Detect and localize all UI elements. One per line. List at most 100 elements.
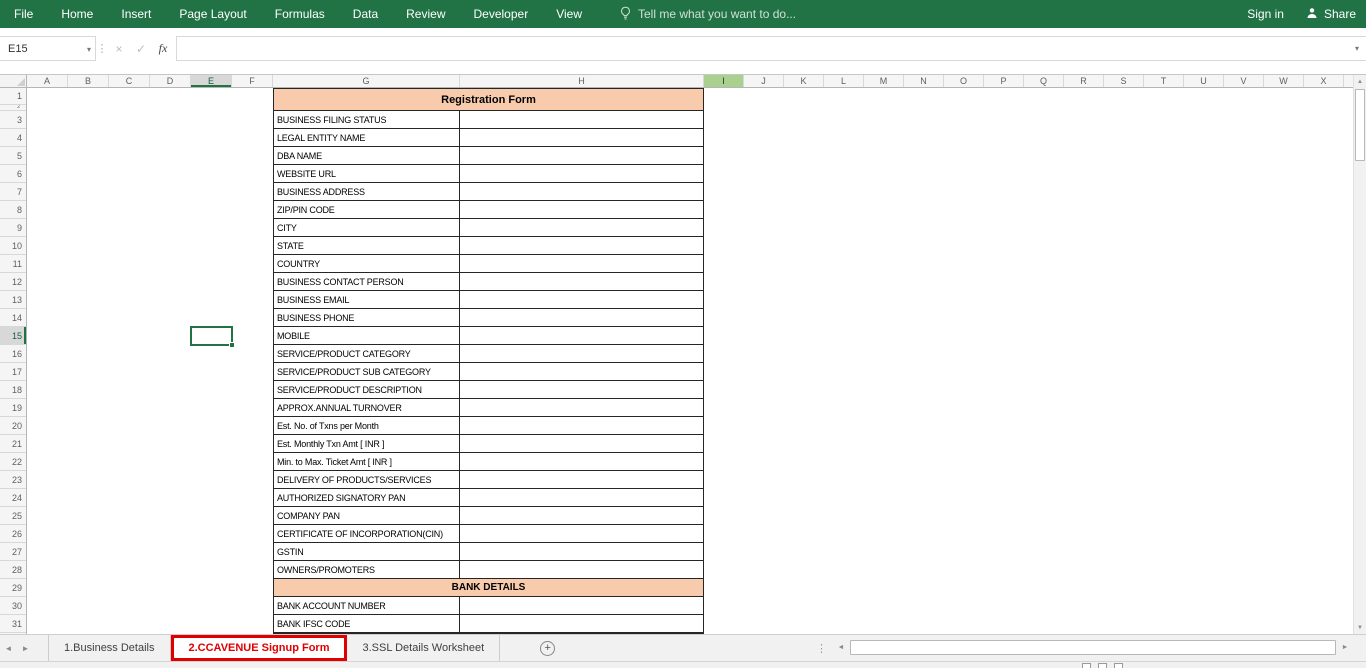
view-page-break-icon[interactable]	[1114, 663, 1123, 668]
cells-area[interactable]: Registration Form BUSINESS FILING STATUS…	[27, 88, 1353, 635]
field-value-row-22[interactable]	[460, 453, 703, 470]
row-header-28[interactable]: 28	[0, 561, 26, 579]
column-header-N[interactable]: N	[904, 75, 944, 87]
column-header-Q[interactable]: Q	[1024, 75, 1064, 87]
name-box-dropdown-icon[interactable]: ▾	[87, 45, 91, 54]
column-header-C[interactable]: C	[109, 75, 150, 87]
field-value-row-26[interactable]	[460, 525, 703, 542]
column-header-D[interactable]: D	[150, 75, 191, 87]
column-header-E[interactable]: E	[191, 75, 232, 87]
row-header-1[interactable]: 1	[0, 88, 26, 105]
field-label-row-5[interactable]: DBA NAME	[274, 147, 460, 164]
row-header-30[interactable]: 30	[0, 597, 26, 615]
ribbon-tab-formulas[interactable]: Formulas	[261, 0, 339, 28]
scroll-left-icon[interactable]: ◄	[834, 639, 848, 656]
field-label-row-17[interactable]: SERVICE/PRODUCT SUB CATEGORY	[274, 363, 460, 380]
row-header-25[interactable]: 25	[0, 507, 26, 525]
field-label-row-8[interactable]: ZIP/PIN CODE	[274, 201, 460, 218]
column-header-J[interactable]: J	[744, 75, 784, 87]
column-header-G[interactable]: G	[273, 75, 460, 87]
scroll-down-icon[interactable]: ▼	[1354, 621, 1366, 634]
field-value-row-5[interactable]	[460, 147, 703, 164]
vertical-scroll-thumb[interactable]	[1355, 89, 1365, 161]
field-label-row-25[interactable]: COMPANY PAN	[274, 507, 460, 524]
field-label-row-3[interactable]: BUSINESS FILING STATUS	[274, 111, 460, 128]
field-value-row-10[interactable]	[460, 237, 703, 254]
sign-in-button[interactable]: Sign in	[1247, 7, 1284, 21]
field-value-row-24[interactable]	[460, 489, 703, 506]
field-label-row-9[interactable]: CITY	[274, 219, 460, 236]
field-value-row-31[interactable]	[460, 615, 703, 632]
field-label-row-24[interactable]: AUTHORIZED SIGNATORY PAN	[274, 489, 460, 506]
row-header-18[interactable]: 18	[0, 381, 26, 399]
sheet-tab-3-ssl-details-worksheet[interactable]: 3.SSL Details Worksheet	[347, 635, 500, 661]
field-value-row-16[interactable]	[460, 345, 703, 362]
field-value-row-17[interactable]	[460, 363, 703, 380]
column-header-O[interactable]: O	[944, 75, 984, 87]
sheet-nav-left-icon[interactable]: ◄	[0, 635, 17, 661]
ribbon-tab-file[interactable]: File	[0, 0, 47, 28]
row-header-13[interactable]: 13	[0, 291, 26, 309]
field-value-row-15[interactable]	[460, 327, 703, 344]
row-header-6[interactable]: 6	[0, 165, 26, 183]
column-header-K[interactable]: K	[784, 75, 824, 87]
field-label-row-26[interactable]: CERTIFICATE OF INCORPORATION(CIN)	[274, 525, 460, 542]
field-label-row-27[interactable]: GSTIN	[274, 543, 460, 560]
field-value-row-4[interactable]	[460, 129, 703, 146]
row-header-26[interactable]: 26	[0, 525, 26, 543]
field-value-row-11[interactable]	[460, 255, 703, 272]
column-header-V[interactable]: V	[1224, 75, 1264, 87]
row-header-5[interactable]: 5	[0, 147, 26, 165]
field-label-row-7[interactable]: BUSINESS ADDRESS	[274, 183, 460, 200]
field-value-row-12[interactable]	[460, 273, 703, 290]
ribbon-tab-data[interactable]: Data	[339, 0, 392, 28]
field-value-row-3[interactable]	[460, 111, 703, 128]
ribbon-tab-developer[interactable]: Developer	[460, 0, 543, 28]
column-header-H[interactable]: H	[460, 75, 704, 87]
field-value-row-18[interactable]	[460, 381, 703, 398]
field-label-row-14[interactable]: BUSINESS PHONE	[274, 309, 460, 326]
fill-handle[interactable]	[229, 342, 235, 348]
scroll-right-icon[interactable]: ►	[1338, 639, 1352, 656]
formula-bar-expand-icon[interactable]: ▾	[1348, 36, 1366, 61]
field-value-row-7[interactable]	[460, 183, 703, 200]
row-header-9[interactable]: 9	[0, 219, 26, 237]
cancel-icon[interactable]: ×	[108, 36, 130, 61]
row-header-14[interactable]: 14	[0, 309, 26, 327]
row-header-17[interactable]: 17	[0, 363, 26, 381]
field-value-row-23[interactable]	[460, 471, 703, 488]
tab-scroll-splitter[interactable]: ⋮	[816, 642, 827, 655]
field-label-row-18[interactable]: SERVICE/PRODUCT DESCRIPTION	[274, 381, 460, 398]
formula-bar-splitter[interactable]: ⋮	[96, 36, 108, 61]
field-label-row-13[interactable]: BUSINESS EMAIL	[274, 291, 460, 308]
field-value-row-25[interactable]	[460, 507, 703, 524]
row-header-16[interactable]: 16	[0, 345, 26, 363]
name-box[interactable]: E15 ▾	[0, 36, 96, 61]
sheet-tab-1-business-details[interactable]: 1.Business Details	[48, 635, 171, 661]
insert-function-icon[interactable]: fx	[152, 36, 174, 61]
column-header-L[interactable]: L	[824, 75, 864, 87]
ribbon-tab-review[interactable]: Review	[392, 0, 459, 28]
view-page-layout-icon[interactable]	[1098, 663, 1107, 668]
row-header-15[interactable]: 15	[0, 327, 26, 345]
row-header-10[interactable]: 10	[0, 237, 26, 255]
field-label-row-4[interactable]: LEGAL ENTITY NAME	[274, 129, 460, 146]
enter-icon[interactable]: ✓	[130, 36, 152, 61]
column-header-S[interactable]: S	[1104, 75, 1144, 87]
field-label-row-31[interactable]: BANK IFSC CODE	[274, 615, 460, 632]
row-header-21[interactable]: 21	[0, 435, 26, 453]
field-label-row-6[interactable]: WEBSITE URL	[274, 165, 460, 182]
row-header-22[interactable]: 22	[0, 453, 26, 471]
scroll-up-icon[interactable]: ▲	[1354, 75, 1366, 88]
field-value-row-21[interactable]	[460, 435, 703, 452]
field-label-row-30[interactable]: BANK ACCOUNT NUMBER	[274, 597, 460, 614]
row-header-4[interactable]: 4	[0, 129, 26, 147]
field-value-row-20[interactable]	[460, 417, 703, 434]
ribbon-tab-insert[interactable]: Insert	[107, 0, 165, 28]
formula-input[interactable]	[176, 36, 1348, 61]
form-title-cell[interactable]: Registration Form	[274, 89, 703, 111]
horizontal-scroll-thumb[interactable]	[850, 640, 1336, 655]
row-header-31[interactable]: 31	[0, 615, 26, 633]
field-label-row-10[interactable]: STATE	[274, 237, 460, 254]
column-header-R[interactable]: R	[1064, 75, 1104, 87]
